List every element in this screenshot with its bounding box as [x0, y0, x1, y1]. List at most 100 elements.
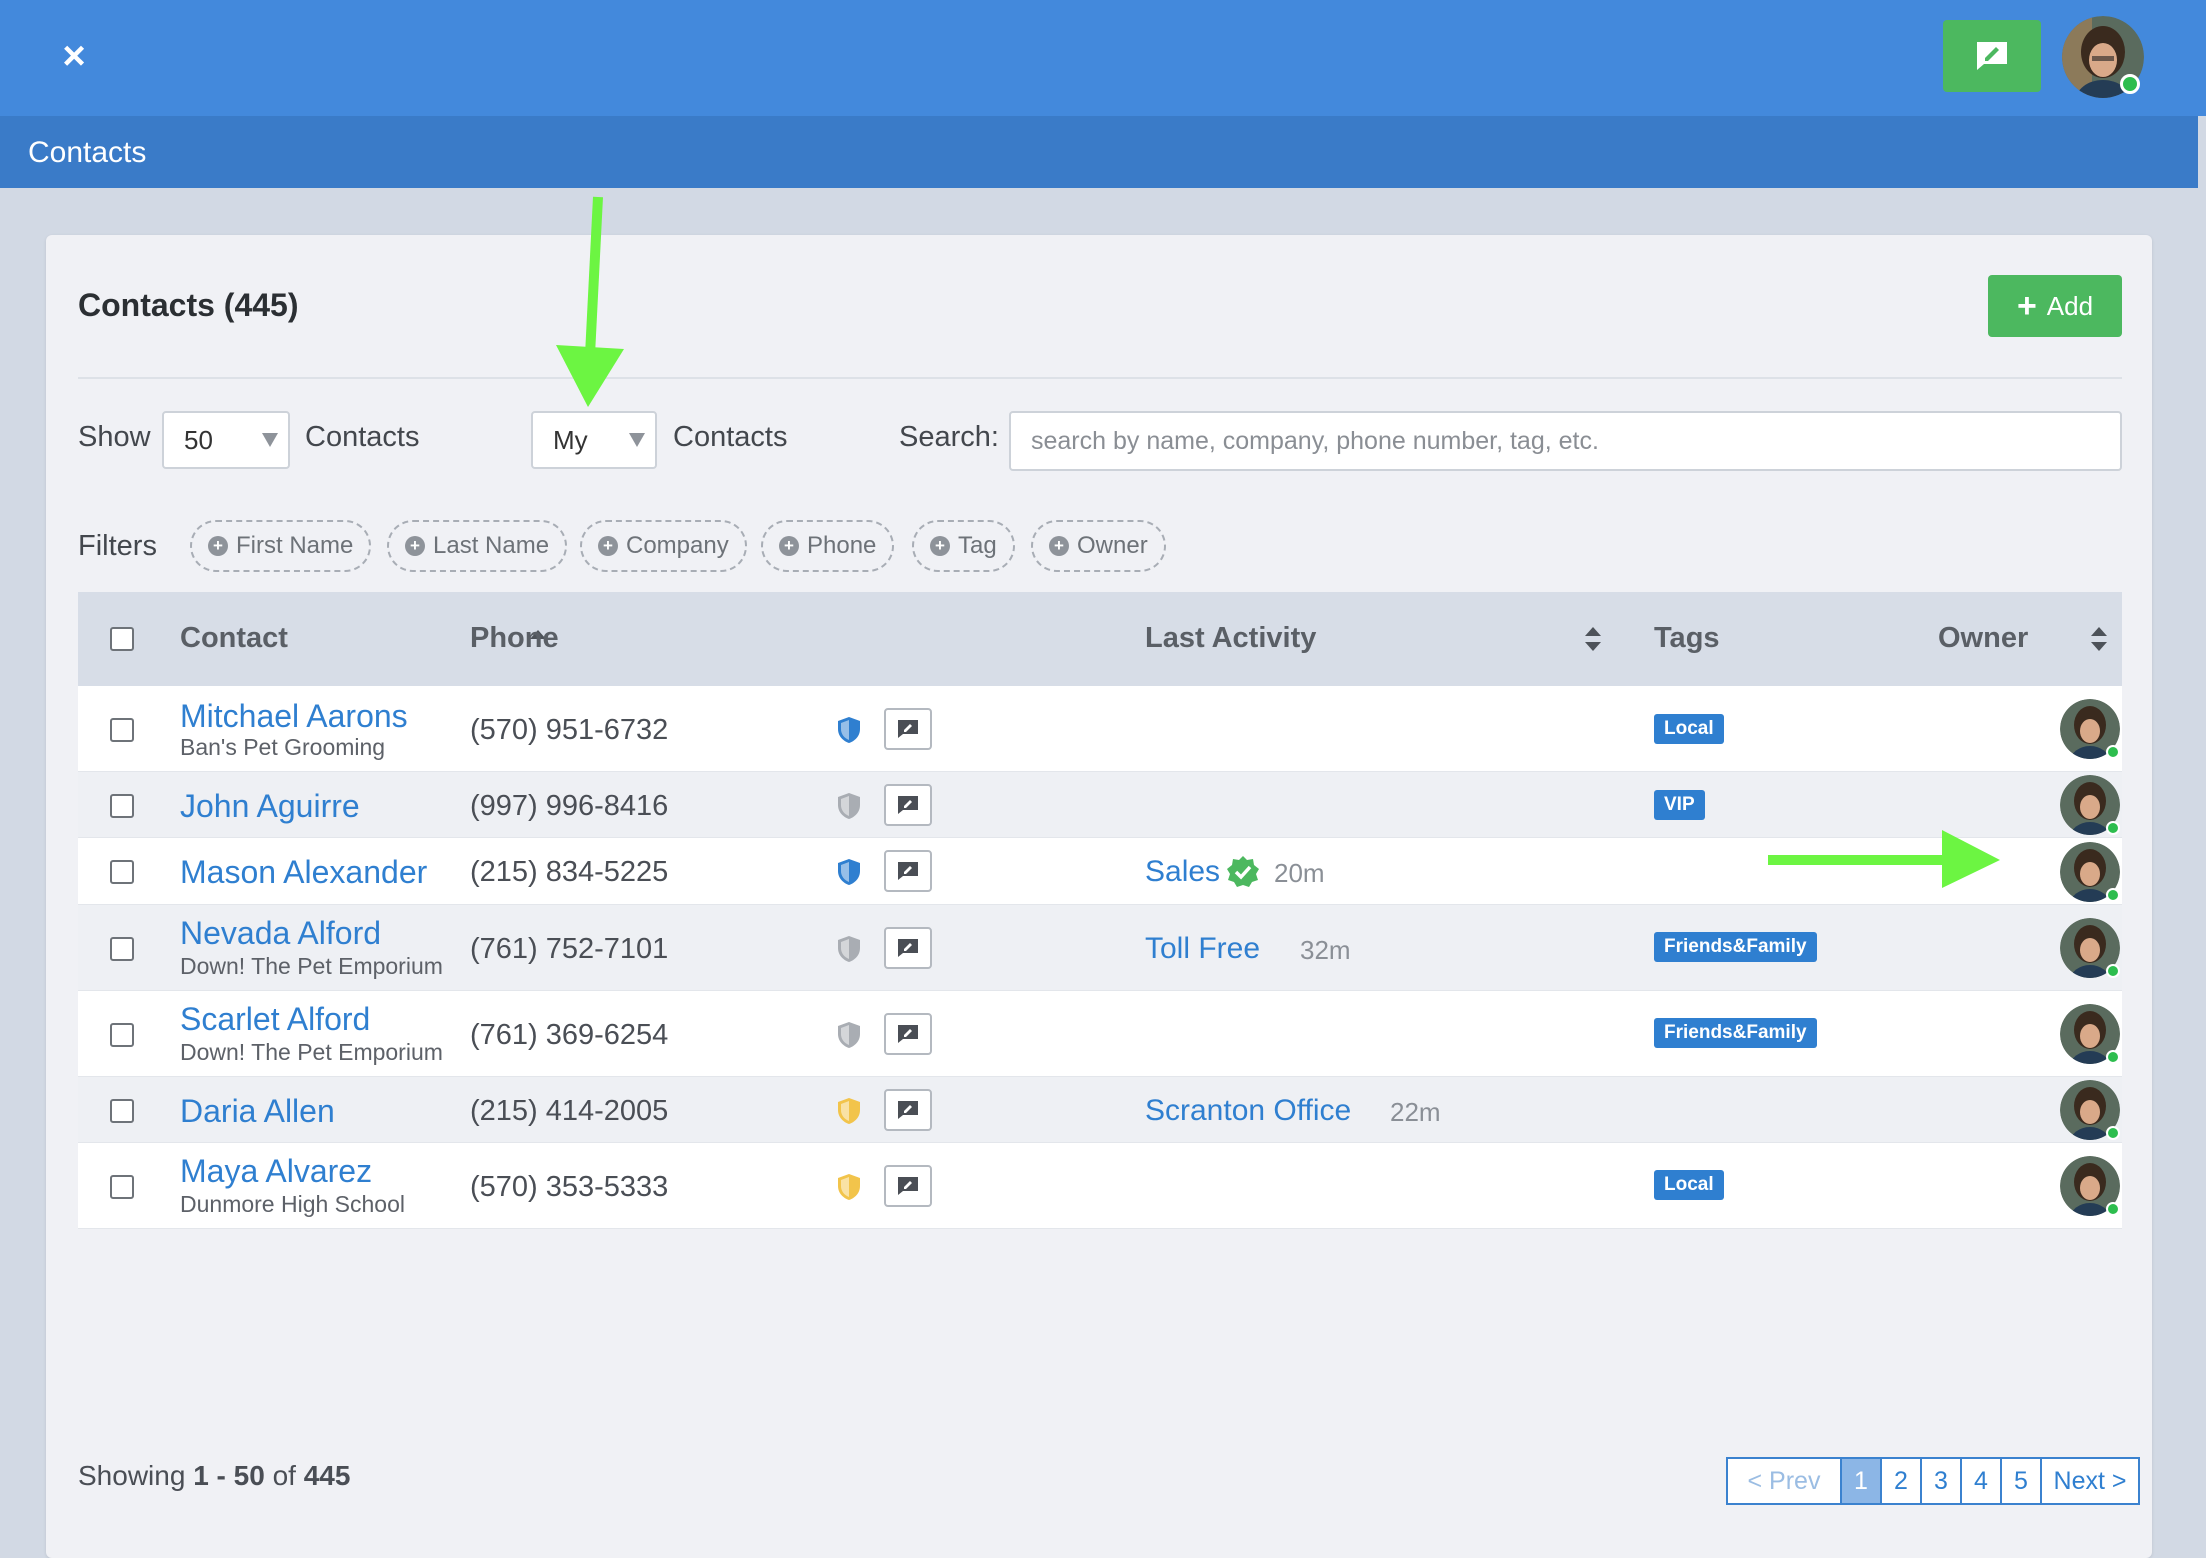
contact-phone: (215) 414-2005	[470, 1095, 669, 1127]
row-checkbox[interactable]	[110, 1175, 134, 1199]
contact-name-link[interactable]: John Aguirre	[180, 788, 360, 825]
table-row: Nevada Alford Down! The Pet Emporium (76…	[78, 905, 2122, 991]
page-size-select[interactable]: 50	[162, 411, 290, 469]
plus-circle-icon: +	[930, 536, 950, 556]
pager-page-1[interactable]: 1	[1842, 1459, 1882, 1503]
send-sms-button[interactable]	[884, 1089, 932, 1131]
online-status-dot	[2106, 1126, 2120, 1140]
row-checkbox[interactable]	[110, 794, 134, 818]
activity-link[interactable]: Toll Free	[1145, 932, 1260, 966]
pager-next[interactable]: Next >	[2042, 1459, 2138, 1503]
contact-name-link[interactable]: Maya Alvarez	[180, 1153, 372, 1190]
add-contact-button[interactable]: + Add	[1988, 275, 2122, 337]
close-icon[interactable]: ×	[52, 34, 96, 78]
shield-icon	[838, 859, 860, 885]
contact-phone: (570) 353-5333	[470, 1171, 669, 1203]
showing-prefix: Showing	[78, 1460, 186, 1491]
contact-name-link[interactable]: Daria Allen	[180, 1093, 335, 1130]
annotation-arrow-down	[556, 196, 624, 407]
contact-name-link[interactable]: Scarlet Alford	[180, 1001, 370, 1038]
contact-phone: (570) 951-6732	[470, 714, 669, 746]
online-status-dot	[2120, 74, 2140, 94]
column-header-phone[interactable]: Phone	[470, 622, 559, 655]
chevron-down-icon	[629, 433, 645, 447]
contact-company: Ban's Pet Grooming	[180, 734, 386, 760]
row-checkbox[interactable]	[110, 937, 134, 961]
message-icon	[1977, 42, 2007, 70]
pagination: < Prev 1 2 3 4 5 Next >	[1726, 1457, 2140, 1505]
send-sms-button[interactable]	[884, 784, 932, 826]
column-header-contact[interactable]: Contact	[180, 622, 288, 655]
scope-value: My	[553, 425, 588, 455]
divider	[78, 377, 2122, 379]
breadcrumb-bar: Contacts	[0, 116, 2198, 188]
filter-tag[interactable]: + Tag	[912, 520, 1015, 572]
filter-phone[interactable]: + Phone	[761, 520, 895, 572]
contact-phone: (997) 996-8416	[470, 790, 669, 822]
show-label: Show	[78, 421, 151, 453]
contact-company: Dunmore High School	[180, 1191, 406, 1217]
tag-badge: Local	[1654, 714, 1724, 744]
activity-time: 22m	[1390, 1097, 1441, 1127]
contact-name-link[interactable]: Nevada Alford	[180, 915, 381, 952]
sms-icon	[898, 1025, 918, 1043]
pager-prev[interactable]: < Prev	[1728, 1459, 1842, 1503]
send-sms-button[interactable]	[884, 927, 932, 969]
filter-label: Last Name	[433, 532, 550, 559]
select-all-checkbox[interactable]	[110, 627, 134, 651]
contacts-count-title: Contacts (445)	[78, 287, 299, 323]
activity-link[interactable]: Scranton Office	[1145, 1094, 1351, 1128]
send-sms-button[interactable]	[884, 850, 932, 892]
contact-name-link[interactable]: Mason Alexander	[180, 854, 427, 891]
contacts-table: Contact Phone Last Activity Tags Owner M…	[78, 592, 2122, 1229]
search-input[interactable]	[1009, 411, 2122, 471]
filter-owner[interactable]: + Owner	[1031, 520, 1166, 572]
table-row: Maya Alvarez Dunmore High School (570) 3…	[78, 1143, 2122, 1229]
pager-page-3[interactable]: 3	[1922, 1459, 1962, 1503]
row-checkbox[interactable]	[110, 860, 134, 884]
column-header-owner[interactable]: Owner	[1938, 622, 2028, 655]
filter-label: Tag	[958, 532, 997, 559]
column-header-last-activity[interactable]: Last Activity	[1145, 622, 1316, 655]
plus-circle-icon: +	[779, 536, 799, 556]
shield-icon	[838, 936, 860, 962]
filter-label: Phone	[807, 532, 877, 559]
filter-first-name[interactable]: + First Name	[190, 520, 372, 572]
sms-icon	[898, 939, 918, 957]
new-message-button[interactable]	[1943, 20, 2041, 92]
filter-label: Company	[626, 532, 729, 559]
scope-select[interactable]: My	[531, 411, 657, 469]
filter-label: Owner	[1077, 532, 1148, 559]
sort-icon[interactable]	[2091, 627, 2107, 651]
showing-of: of	[272, 1460, 296, 1491]
online-status-dot	[2106, 745, 2120, 759]
contact-phone: (761) 752-7101	[470, 933, 669, 965]
filter-last-name[interactable]: + Last Name	[387, 520, 568, 572]
pager-page-4[interactable]: 4	[1962, 1459, 2002, 1503]
sms-icon	[898, 1177, 918, 1195]
table-row: Daria Allen (215) 414-2005 Scranton Offi…	[78, 1077, 2122, 1143]
filter-company[interactable]: + Company	[580, 520, 747, 572]
shield-icon	[838, 1174, 860, 1200]
pager-page-2[interactable]: 2	[1882, 1459, 1922, 1503]
row-checkbox[interactable]	[110, 718, 134, 742]
showing-total: 445	[303, 1460, 351, 1491]
send-sms-button[interactable]	[884, 1013, 932, 1055]
activity-time: 20m	[1274, 858, 1325, 888]
send-sms-button[interactable]	[884, 708, 932, 750]
shield-icon	[838, 1022, 860, 1048]
contacts-label-2: Contacts	[673, 421, 788, 453]
pager-page-5[interactable]: 5	[2002, 1459, 2042, 1503]
row-checkbox[interactable]	[110, 1023, 134, 1047]
sort-icon[interactable]	[1585, 627, 1601, 651]
shield-icon	[838, 793, 860, 819]
send-sms-button[interactable]	[884, 1165, 932, 1207]
online-status-dot	[2106, 888, 2120, 902]
plus-circle-icon: +	[208, 536, 228, 556]
activity-link[interactable]: Sales	[1145, 855, 1220, 889]
row-checkbox[interactable]	[110, 1099, 134, 1123]
tag-badge: Friends&Family	[1654, 932, 1817, 962]
sms-icon	[898, 862, 918, 880]
contact-name-link[interactable]: Mitchael Aarons	[180, 698, 408, 735]
plus-circle-icon: +	[598, 536, 618, 556]
